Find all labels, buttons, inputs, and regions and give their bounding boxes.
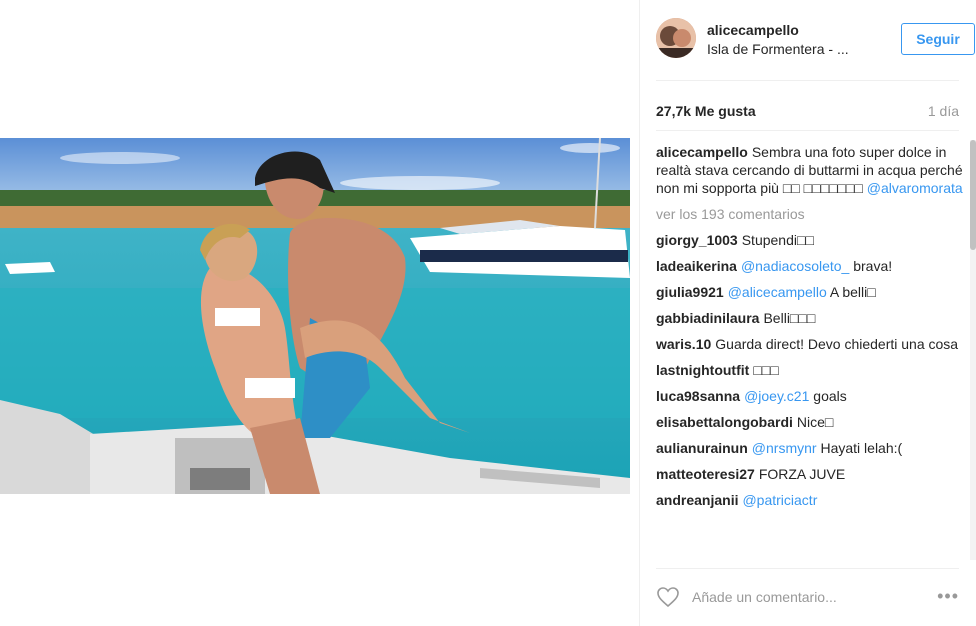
comment-item: matteoteresi27 FORZA JUVE xyxy=(656,465,966,483)
comment-text: Stupendi□□ xyxy=(741,232,814,248)
heart-icon[interactable] xyxy=(656,586,680,613)
post-photo-image xyxy=(0,138,630,494)
likes-divider xyxy=(656,130,959,131)
add-comment-input[interactable] xyxy=(690,584,924,610)
avatar-image xyxy=(656,18,696,58)
scrollbar-thumb[interactable] xyxy=(970,140,976,250)
more-options-icon[interactable]: ••• xyxy=(937,586,959,607)
comments-list[interactable]: alicecampello Sembra una foto super dolce… xyxy=(656,143,966,563)
likes-row: 27,7k Me gusta 1 día xyxy=(656,103,959,123)
comments-scrollbar[interactable] xyxy=(970,140,976,560)
comment-mention-link[interactable]: @nrsmynr xyxy=(752,440,817,456)
caption-mention-link[interactable]: @alvaromorata xyxy=(867,180,963,196)
comment-item: elisabettalongobardi Nice□ xyxy=(656,413,966,431)
post-photo[interactable] xyxy=(0,138,630,494)
comment-username-link[interactable]: giorgy_1003 xyxy=(656,232,738,248)
comment-text: □□□ xyxy=(753,362,779,378)
comment-text: A belli□ xyxy=(829,284,876,300)
post-media-area xyxy=(0,0,640,626)
post-location-link[interactable]: Isla de Formentera - ... xyxy=(707,41,849,57)
comment-username-link[interactable]: waris.10 xyxy=(656,336,711,352)
comment-text: FORZA JUVE xyxy=(758,466,846,482)
comment-username-link[interactable]: lastnightoutfit xyxy=(656,362,749,378)
caption: alicecampello Sembra una foto super dolce… xyxy=(656,143,966,197)
avatar[interactable] xyxy=(656,18,696,58)
view-all-comments-link[interactable]: ver los 193 comentarios xyxy=(656,205,966,223)
add-comment-row: ••• xyxy=(656,580,959,616)
comment-username-link[interactable]: giulia9921 xyxy=(656,284,724,300)
likes-count[interactable]: 27,7k Me gusta xyxy=(656,103,756,119)
comment-item: lastnightoutfit □□□ xyxy=(656,361,966,379)
comment-mention-link[interactable]: @alicecampello xyxy=(728,284,827,300)
comment-text: Guarda direct! Devo chiederti una cosa xyxy=(715,336,959,352)
comment-item: giorgy_1003 Stupendi□□ xyxy=(656,231,966,249)
header-divider xyxy=(656,80,959,81)
comment-username-link[interactable]: matteoteresi27 xyxy=(656,466,755,482)
comment-item: aulianurainun @nrsmynr Hayati lelah:( xyxy=(656,439,966,457)
comment-item: luca98sanna @joey.c21 goals xyxy=(656,387,966,405)
comment-item: andreanjanii @patriciactr xyxy=(656,491,966,509)
comment-text: goals xyxy=(813,388,847,404)
comment-text: Nice□ xyxy=(796,414,834,430)
comment-text: Belli□□□ xyxy=(763,310,816,326)
post-sidebar: alicecampello Isla de Formentera - ... S… xyxy=(640,0,976,626)
post-time[interactable]: 1 día xyxy=(928,103,959,119)
comment-text: brava! xyxy=(853,258,893,274)
comment-username-link[interactable]: luca98sanna xyxy=(656,388,740,404)
comment-username-link[interactable]: gabbiadinilaura xyxy=(656,310,759,326)
comment-username-link[interactable]: elisabettalongobardi xyxy=(656,414,793,430)
follow-button[interactable]: Seguir xyxy=(901,23,975,55)
comment-mention-link[interactable]: @nadiacosoleto_ xyxy=(741,258,849,274)
comments-divider xyxy=(656,568,959,569)
comment-text: Hayati lelah:( xyxy=(820,440,903,456)
comment-mention-link[interactable]: @joey.c21 xyxy=(744,388,809,404)
caption-username-link[interactable]: alicecampello xyxy=(656,144,748,160)
comment-username-link[interactable]: ladeaikerina xyxy=(656,258,737,274)
post-username-link[interactable]: alicecampello xyxy=(707,22,799,38)
comment-mention-link[interactable]: @patriciactr xyxy=(742,492,817,508)
comment-entries: giorgy_1003 Stupendi□□ ladeaikerina @nadiac… xyxy=(656,231,966,509)
comment-username-link[interactable]: andreanjanii xyxy=(656,492,738,508)
comment-item: giulia9921 @alicecampello A belli□ xyxy=(656,283,966,301)
comment-item: waris.10 Guarda direct! Devo chiederti un… xyxy=(656,335,966,353)
comment-item: gabbiadinilaura Belli□□□ xyxy=(656,309,966,327)
comment-item: ladeaikerina @nadiacosoleto_ brava! xyxy=(656,257,966,275)
post-header: alicecampello Isla de Formentera - ... S… xyxy=(656,18,975,62)
comment-username-link[interactable]: aulianurainun xyxy=(656,440,748,456)
